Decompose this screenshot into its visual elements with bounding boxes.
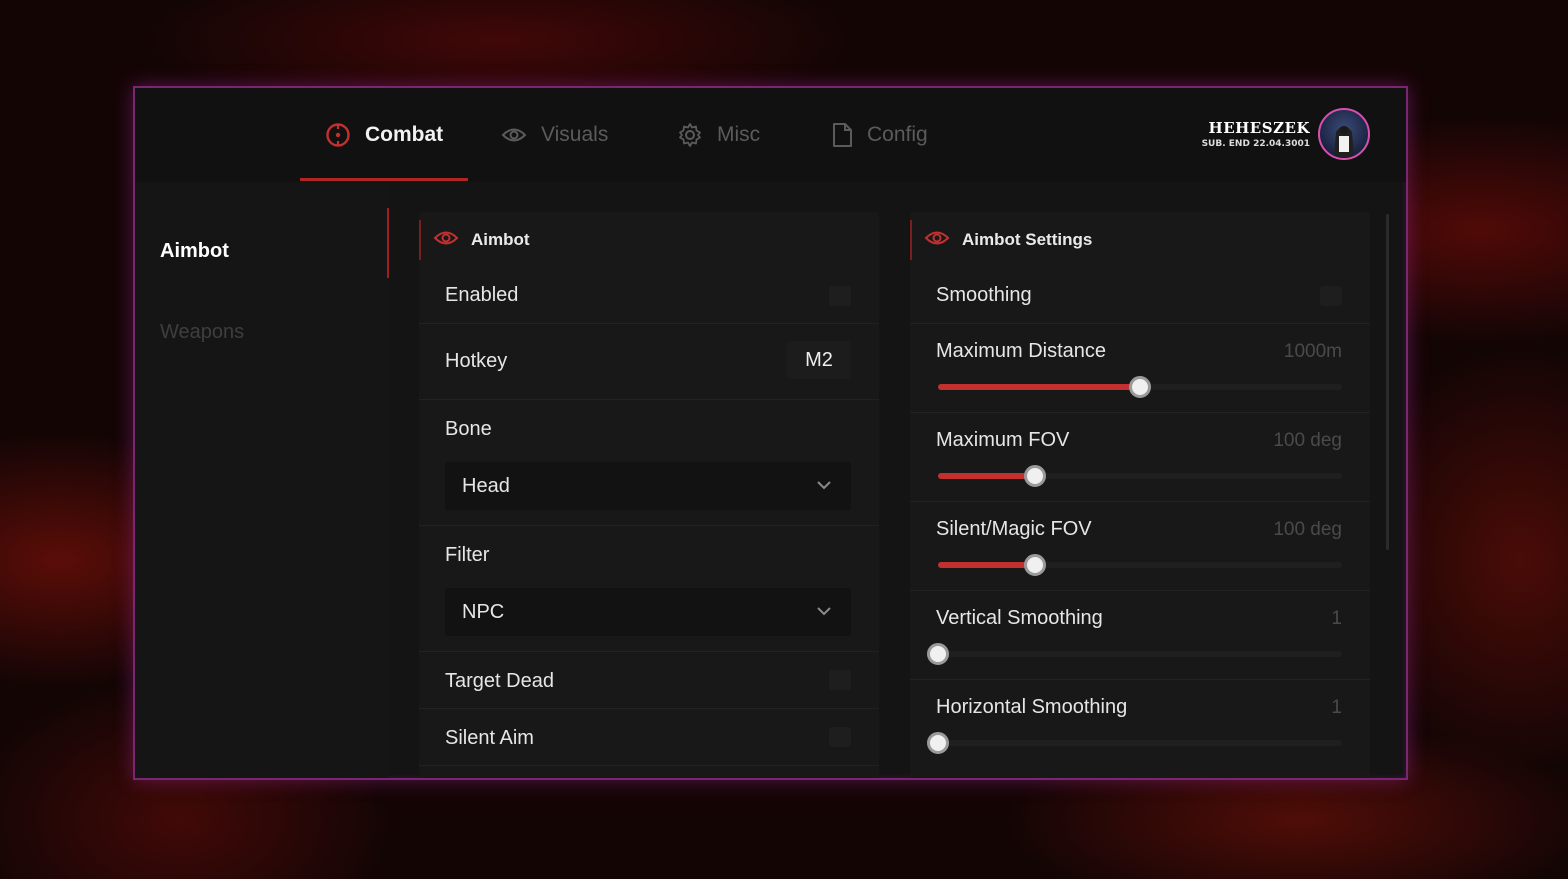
- bone-label: Bone: [445, 418, 492, 440]
- slider-track[interactable]: [938, 554, 1342, 576]
- slider-label: Horizontal Smoothing: [936, 696, 1128, 718]
- username: HEHESZEK: [1208, 119, 1310, 137]
- slider-value: 1000m: [1283, 341, 1342, 362]
- slider-value: 100 deg: [1273, 519, 1342, 540]
- slider-fill: [938, 473, 1035, 479]
- tab-visuals[interactable]: Visuals: [501, 88, 608, 182]
- slider-track[interactable]: [927, 643, 1342, 665]
- chevron-down-icon: [815, 476, 833, 499]
- slider-value: 1: [1331, 608, 1342, 629]
- slider-row-vertical-smoothing: Vertical Smoothing 1: [910, 591, 1370, 680]
- slider-label: Maximum FOV: [936, 429, 1070, 451]
- sidebar: Aimbot Weapons: [135, 182, 389, 778]
- slider-fill: [938, 384, 1140, 390]
- tab-config-label: Config: [867, 123, 928, 146]
- tab-misc-label: Misc: [717, 123, 761, 146]
- sidebar-active-indicator: [387, 208, 389, 278]
- slider-value: 1: [1331, 697, 1342, 718]
- target-dead-label: Target Dead: [445, 670, 554, 692]
- slider-handle[interactable]: [1023, 554, 1046, 576]
- aimbot-settings-panel: Aimbot Settings Smoothing Maximum Distan…: [910, 212, 1370, 778]
- smoothing-checkbox[interactable]: [1320, 286, 1342, 306]
- crosshair-icon: [325, 122, 351, 148]
- panel-title: Aimbot: [471, 230, 530, 249]
- filter-dropdown[interactable]: NPC: [445, 588, 851, 636]
- scrollbar[interactable]: [1386, 214, 1389, 550]
- enabled-checkbox[interactable]: [829, 286, 851, 306]
- bone-row: Bone Head: [419, 400, 879, 526]
- enabled-row: Enabled: [419, 268, 879, 324]
- filter-row: Filter NPC: [419, 526, 879, 652]
- filter-label: Filter: [445, 544, 490, 566]
- silent-aim-label: Silent Aim: [445, 727, 534, 749]
- slider-track[interactable]: [927, 732, 1342, 754]
- tab-misc[interactable]: Misc: [677, 88, 760, 182]
- bone-selected-value: Head: [462, 475, 510, 497]
- hotkey-button[interactable]: M2: [787, 341, 851, 379]
- settings-panel-header: Aimbot Settings: [910, 212, 1370, 268]
- slider-fill: [938, 562, 1035, 568]
- tab-visuals-label: Visuals: [541, 123, 609, 146]
- target-dead-checkbox[interactable]: [829, 670, 851, 690]
- slider-row-silent-fov: Silent/Magic FOV 100 deg: [910, 502, 1370, 591]
- eye-icon: [924, 228, 950, 253]
- tab-combat[interactable]: Combat: [325, 88, 443, 182]
- slider-handle[interactable]: [927, 643, 949, 665]
- slider-label: Maximum Distance: [936, 340, 1107, 362]
- silent-aim-checkbox[interactable]: [829, 727, 851, 747]
- slider-label: Vertical Smoothing: [936, 607, 1103, 629]
- smoothing-row: Smoothing: [910, 268, 1370, 324]
- smoothing-label: Smoothing: [936, 284, 1032, 306]
- slider-label: Silent/Magic FOV: [936, 518, 1092, 540]
- subscription-end: SUB. END 22.04.3001: [1201, 139, 1310, 149]
- aimbot-panel: Aimbot Enabled Hotkey M2 Bone Head Filte…: [419, 212, 879, 778]
- slider-track[interactable]: [938, 465, 1342, 487]
- slider-value: 100 deg: [1273, 430, 1342, 451]
- filter-selected-value: NPC: [462, 601, 505, 623]
- file-icon: [831, 122, 853, 148]
- slider-row-max-fov: Maximum FOV 100 deg: [910, 413, 1370, 502]
- chevron-down-icon: [815, 602, 833, 625]
- gear-icon: [677, 122, 703, 148]
- slider-row-max-distance: Maximum Distance 1000m: [910, 324, 1370, 413]
- top-tab-bar: Combat Visuals Misc Config HEHESZEK SUB.…: [135, 88, 1406, 182]
- hotkey-label: Hotkey: [445, 350, 508, 372]
- sidebar-item-aimbot[interactable]: Aimbot: [160, 240, 229, 263]
- slider-handle[interactable]: [1023, 465, 1046, 487]
- active-tab-indicator: [300, 178, 468, 181]
- user-profile: HEHESZEK SUB. END 22.04.3001: [1202, 108, 1370, 160]
- cheat-menu-window: Combat Visuals Misc Config HEHESZEK SUB.…: [133, 86, 1408, 780]
- eye-icon: [433, 228, 459, 253]
- avatar[interactable]: [1318, 108, 1370, 160]
- tab-config[interactable]: Config: [831, 88, 928, 182]
- hotkey-row: Hotkey M2: [419, 324, 879, 400]
- panel-title: Aimbot Settings: [962, 230, 1093, 249]
- target-dead-row: Target Dead: [419, 652, 879, 709]
- silent-aim-row: Silent Aim: [419, 709, 879, 766]
- sidebar-item-weapons[interactable]: Weapons: [160, 321, 244, 344]
- slider-handle[interactable]: [1129, 376, 1151, 398]
- aimbot-panel-header: Aimbot: [419, 212, 879, 268]
- slider-handle[interactable]: [927, 732, 949, 754]
- tab-combat-label: Combat: [365, 123, 444, 146]
- bone-dropdown[interactable]: Head: [445, 462, 851, 510]
- eye-icon: [501, 125, 527, 145]
- slider-track[interactable]: [938, 376, 1342, 398]
- slider-row-horizontal-smoothing: Horizontal Smoothing 1: [910, 680, 1370, 769]
- enabled-label: Enabled: [445, 284, 519, 306]
